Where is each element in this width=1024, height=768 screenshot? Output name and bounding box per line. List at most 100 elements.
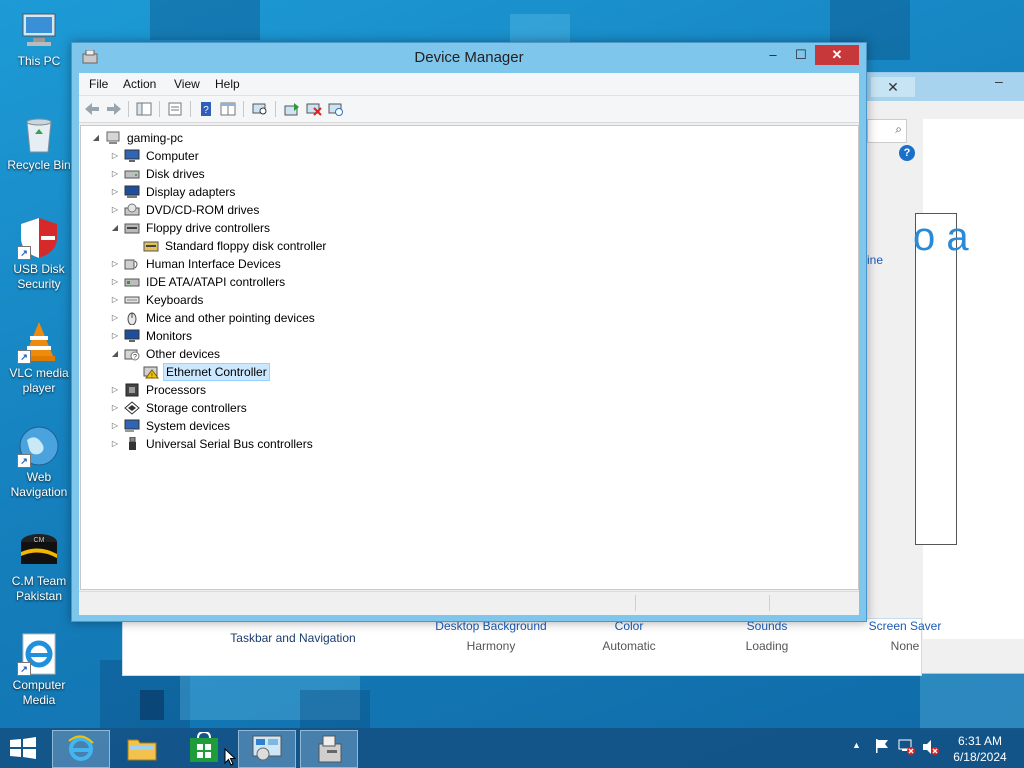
mouse-cursor-icon xyxy=(224,748,236,766)
show-hide-console-tree-icon[interactable] xyxy=(135,100,153,117)
floppy-controller-icon xyxy=(143,241,159,252)
device-manager-icon xyxy=(318,735,342,763)
desktop-icon-usb-disk-security[interactable]: ↗ USB Disk Security xyxy=(4,216,74,292)
status-bar xyxy=(79,591,859,615)
menu-file[interactable]: File xyxy=(89,77,108,91)
svg-text:?: ? xyxy=(203,105,209,116)
background-window-content: ⌕ ? o a ine xyxy=(867,119,1024,639)
expand-arrow-icon[interactable]: ▷ xyxy=(110,183,120,201)
menu-view[interactable]: View xyxy=(174,77,200,91)
expand-arrow-icon[interactable]: ▷ xyxy=(110,399,120,417)
taskbar-device-manager[interactable] xyxy=(300,730,358,768)
globe-icon: ↗ xyxy=(17,424,61,468)
svg-text:?: ? xyxy=(133,354,137,361)
storage-controller-icon xyxy=(124,401,140,415)
desktop-icon-recycle-bin[interactable]: Recycle Bin xyxy=(4,112,74,173)
show-hidden-icons-icon[interactable]: ▲ xyxy=(852,740,861,750)
desktop-icon-web-navigation[interactable]: ↗ Web Navigation xyxy=(4,424,74,500)
device-manager-client: File Action View Help ? ◢ gaming-pc ▷ Co… xyxy=(79,73,859,615)
other-devices-icon: ? xyxy=(124,349,140,361)
menu-action[interactable]: Action xyxy=(123,77,156,91)
collapse-arrow-icon[interactable]: ◢ xyxy=(110,219,120,237)
window-title: Device Manager xyxy=(414,49,524,66)
forward-arrow-icon[interactable] xyxy=(105,100,123,117)
computer-icon xyxy=(124,149,140,162)
taskbar-file-explorer[interactable] xyxy=(114,730,170,766)
menu-help[interactable]: Help xyxy=(215,77,240,91)
desktop-icon-computer-media[interactable]: ↗ Computer Media xyxy=(4,632,74,708)
expand-arrow-icon[interactable]: ▷ xyxy=(110,327,120,345)
action-center-flag-icon[interactable] xyxy=(874,738,890,757)
background-window[interactable]: ✕ – ⌕ ? o a ine xyxy=(866,72,1024,674)
desktop-icon-cm-team[interactable]: CM C.M Team Pakistan xyxy=(4,528,74,604)
system-devices-icon xyxy=(124,419,140,432)
search-icon[interactable]: ⌕ xyxy=(867,119,907,143)
cm-team-icon: CM xyxy=(17,528,61,572)
display-adapter-icon xyxy=(124,185,140,198)
monitor-icon xyxy=(124,329,140,342)
background-window-close-button[interactable]: ✕ xyxy=(871,77,915,97)
collapse-arrow-icon[interactable]: ◢ xyxy=(91,129,101,147)
expand-arrow-icon[interactable]: ▷ xyxy=(110,435,120,453)
control-panel-icon xyxy=(252,735,282,761)
expand-arrow-icon[interactable]: ▷ xyxy=(110,147,120,165)
toolbar: ? xyxy=(79,96,859,123)
close-button[interactable]: ✕ xyxy=(815,45,859,65)
scan-hardware-icon[interactable] xyxy=(251,100,269,117)
warning-device-icon: ! xyxy=(143,366,159,379)
expand-arrow-icon[interactable]: ▷ xyxy=(110,417,120,435)
device-manager-titlebar[interactable]: Device Manager – ☐ ✕ xyxy=(72,43,866,73)
taskbar-internet-explorer[interactable] xyxy=(52,730,110,768)
background-window-frame xyxy=(915,213,957,545)
view-pane-icon[interactable] xyxy=(219,100,237,117)
status-bar-divider xyxy=(769,595,770,611)
expand-arrow-icon[interactable]: ▷ xyxy=(110,165,120,183)
background-window-link[interactable]: ine xyxy=(867,253,883,267)
usb-disk-security-icon: ↗ xyxy=(17,216,61,260)
store-icon xyxy=(190,732,218,762)
expand-arrow-icon[interactable]: ▷ xyxy=(110,201,120,219)
start-button[interactable] xyxy=(8,737,40,759)
help-icon[interactable]: ? xyxy=(899,145,915,161)
device-manager-window[interactable]: Device Manager – ☐ ✕ File Action View He… xyxy=(71,42,867,622)
processor-icon xyxy=(125,383,139,397)
network-disconnected-icon[interactable] xyxy=(898,738,916,759)
desktop-icon-vlc[interactable]: ↗ VLC media player xyxy=(4,320,74,396)
clock-time: 6:31 AM xyxy=(957,734,1003,748)
desktop-icon-this-pc[interactable]: This PC xyxy=(4,8,74,69)
expand-arrow-icon[interactable]: ▷ xyxy=(110,291,120,309)
expand-arrow-icon[interactable]: ▷ xyxy=(110,381,120,399)
collapse-arrow-icon[interactable]: ◢ xyxy=(110,345,120,363)
computer-icon xyxy=(106,131,120,144)
expand-arrow-icon[interactable]: ▷ xyxy=(110,255,120,273)
properties-icon[interactable] xyxy=(166,100,184,117)
computer-icon xyxy=(17,8,61,52)
back-arrow-icon[interactable] xyxy=(83,100,101,117)
help-book-icon[interactable]: ? xyxy=(197,100,215,117)
device-tree[interactable]: ◢ gaming-pc ▷ Computer ▷ Disk drives ▷ D… xyxy=(80,125,859,590)
shortcut-arrow-icon: ↗ xyxy=(17,246,31,260)
volume-muted-icon[interactable] xyxy=(922,738,940,759)
uninstall-device-icon[interactable] xyxy=(327,100,345,117)
update-driver-icon[interactable] xyxy=(283,100,301,117)
personalization-bottom-bar: Taskbar and Navigation Desktop Backgroun… xyxy=(122,618,941,676)
shortcut-arrow-icon: ↗ xyxy=(17,454,31,468)
taskbar-clock[interactable]: 6:31 AM 6/18/2024 xyxy=(940,733,1020,765)
minimize-button[interactable]: – xyxy=(760,45,786,65)
expand-arrow-icon[interactable]: ▷ xyxy=(110,309,120,327)
disable-device-icon[interactable] xyxy=(305,100,323,117)
windows-logo-icon xyxy=(10,737,36,759)
clock-date: 6/18/2024 xyxy=(953,750,1007,764)
svg-text:CM: CM xyxy=(34,537,45,544)
vlc-icon: ↗ xyxy=(17,320,61,364)
shortcut-arrow-icon: ↗ xyxy=(17,350,31,364)
taskbar-control-panel[interactable] xyxy=(238,730,296,768)
keyboard-icon xyxy=(124,296,140,304)
status-bar-divider xyxy=(635,595,636,611)
background-window-minimize-button[interactable]: – xyxy=(995,73,1005,89)
maximize-button[interactable]: ☐ xyxy=(788,45,814,65)
expand-arrow-icon[interactable]: ▷ xyxy=(110,273,120,291)
folder-icon xyxy=(127,739,157,761)
disk-drive-icon xyxy=(124,170,140,179)
floppy-controller-icon xyxy=(124,223,140,234)
